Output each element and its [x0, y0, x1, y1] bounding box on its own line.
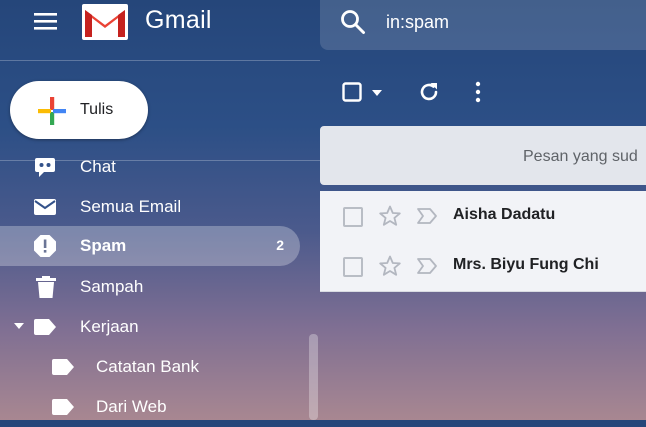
chat-icon	[35, 158, 55, 177]
mail-icon	[34, 199, 56, 215]
search-icon[interactable]	[340, 9, 366, 35]
important-marker-icon[interactable]	[416, 257, 438, 275]
sidebar-item-label: Chat	[80, 157, 116, 176]
sidebar-item-label: Semua Email	[80, 197, 182, 216]
sidebar-item-kerjaan[interactable]: Kerjaan	[0, 307, 300, 347]
compose-button[interactable]: Tulis	[10, 81, 148, 139]
app-title: Gmail	[145, 6, 212, 34]
spam-icon	[34, 235, 56, 257]
label-icon	[52, 359, 74, 375]
refresh-icon[interactable]	[417, 80, 441, 104]
star-icon[interactable]	[378, 254, 402, 278]
sidebar-item-all-mail[interactable]: Semua Email	[0, 187, 300, 227]
message-sender: Mrs. Biyu Fung Chi	[453, 256, 599, 273]
sidebar-item-label: Dari Web	[96, 397, 167, 416]
sidebar-item-label: Kerjaan	[80, 317, 139, 336]
spam-count-badge: 2	[276, 237, 284, 253]
sidebar-item-label: Catatan Bank	[96, 357, 200, 376]
sidebar-item-dari-web[interactable]: Dari Web	[0, 387, 300, 427]
sidebar-item-catatan-bank[interactable]: Catatan Bank	[0, 347, 300, 387]
trash-icon	[36, 276, 56, 298]
hamburger-icon	[34, 13, 57, 30]
row-checkbox[interactable]	[343, 207, 363, 227]
sidebar-item-label: Spam	[80, 236, 127, 255]
sidebar-item-spam[interactable]: Spam 2	[0, 226, 300, 266]
checkbox-icon[interactable]	[342, 82, 362, 102]
spam-notice-text: Pesan yang sud	[523, 148, 638, 165]
gmail-logo-icon	[82, 4, 128, 40]
sidebar-scrollbar[interactable]	[309, 334, 318, 420]
label-icon	[52, 399, 74, 415]
sidebar-item-trash[interactable]: Sampah	[0, 267, 300, 307]
important-marker-icon[interactable]	[416, 207, 438, 225]
message-sender: Aisha Dadatu	[453, 206, 556, 223]
select-caret-icon[interactable]	[371, 89, 383, 97]
row-checkbox[interactable]	[343, 257, 363, 277]
sidebar-item-label: Sampah	[80, 277, 144, 296]
caret-down-icon[interactable]	[13, 322, 25, 330]
sidebar-item-chat[interactable]: Chat	[0, 147, 300, 187]
table-row[interactable]: Aisha Dadatu	[320, 191, 646, 242]
main-menu-button[interactable]	[22, 8, 68, 36]
label-icon	[34, 319, 56, 335]
header-divider	[0, 60, 320, 61]
search-input[interactable]	[386, 10, 636, 34]
table-row[interactable]: Mrs. Biyu Fung Chi	[320, 241, 646, 292]
more-vert-icon[interactable]	[468, 80, 488, 104]
compose-label: Tulis	[80, 101, 114, 118]
plus-icon	[38, 97, 66, 125]
star-icon[interactable]	[378, 204, 402, 228]
